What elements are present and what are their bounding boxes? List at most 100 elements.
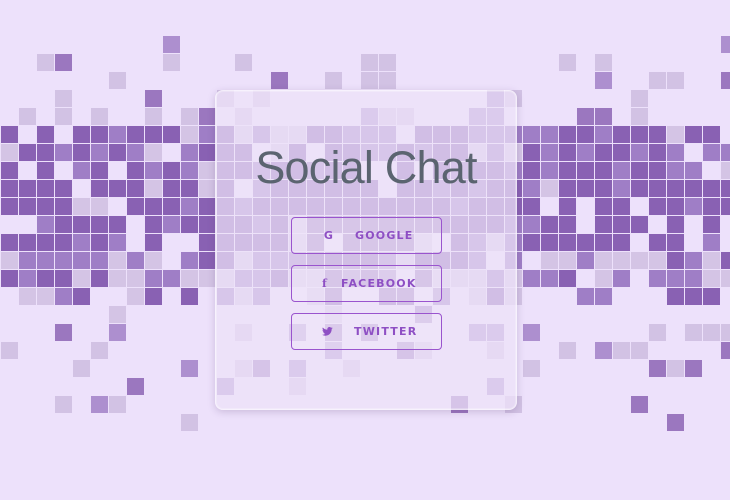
pixel-tile xyxy=(631,180,648,197)
pixel-tile xyxy=(1,342,18,359)
pixel-tile xyxy=(199,126,216,143)
pixel-tile xyxy=(649,126,666,143)
pixel-tile xyxy=(127,126,144,143)
pixel-tile xyxy=(685,198,702,215)
pixel-tile xyxy=(55,198,72,215)
pixel-tile xyxy=(577,288,594,305)
pixel-tile xyxy=(1,252,18,269)
pixel-tile xyxy=(559,162,576,179)
pixel-tile xyxy=(1,144,18,161)
pixel-tile xyxy=(685,162,702,179)
pixel-tile xyxy=(685,324,702,341)
pixel-tile xyxy=(55,396,72,413)
pixel-tile xyxy=(199,216,216,233)
pixel-tile xyxy=(163,198,180,215)
pixel-tile xyxy=(595,234,612,251)
pixel-tile xyxy=(595,72,612,89)
pixel-tile xyxy=(91,108,108,125)
pixel-tile xyxy=(379,72,396,89)
pixel-tile xyxy=(109,72,126,89)
pixel-tile xyxy=(55,180,72,197)
pixel-tile xyxy=(559,270,576,287)
pixel-tile xyxy=(37,162,54,179)
pixel-tile xyxy=(649,270,666,287)
pixel-tile xyxy=(559,126,576,143)
pixel-tile xyxy=(577,180,594,197)
pixel-tile xyxy=(91,144,108,161)
pixel-tile xyxy=(37,180,54,197)
pixel-tile xyxy=(55,252,72,269)
twitter-login-button[interactable]: TWITTER xyxy=(291,313,442,350)
pixel-tile xyxy=(703,270,720,287)
pixel-tile xyxy=(667,126,684,143)
pixel-tile xyxy=(55,216,72,233)
facebook-login-button[interactable]: f FACEBOOK xyxy=(291,265,442,302)
pixel-tile xyxy=(145,162,162,179)
pixel-tile xyxy=(73,144,90,161)
pixel-tile xyxy=(163,216,180,233)
pixel-tile xyxy=(145,90,162,107)
pixel-tile xyxy=(163,126,180,143)
pixel-tile xyxy=(235,54,252,71)
pixel-tile xyxy=(37,216,54,233)
pixel-tile xyxy=(649,198,666,215)
pixel-tile xyxy=(199,108,216,125)
pixel-tile xyxy=(109,216,126,233)
pixel-tile xyxy=(19,108,36,125)
pixel-tile xyxy=(145,270,162,287)
pixel-tile xyxy=(613,216,630,233)
pixel-tile xyxy=(181,162,198,179)
pixel-tile xyxy=(523,360,540,377)
pixel-tile xyxy=(19,270,36,287)
pixel-tile xyxy=(127,270,144,287)
pixel-tile xyxy=(73,126,90,143)
pixel-tile xyxy=(631,126,648,143)
facebook-button-label: FACEBOOK xyxy=(341,277,417,290)
pixel-tile xyxy=(37,288,54,305)
google-icon: G xyxy=(323,229,335,242)
pixel-tile xyxy=(685,180,702,197)
pixel-tile xyxy=(541,180,558,197)
pixel-tile xyxy=(127,378,144,395)
pixel-tile xyxy=(199,198,216,215)
pixel-tile xyxy=(19,288,36,305)
pixel-tile xyxy=(523,126,540,143)
pixel-tile xyxy=(1,234,18,251)
pixel-tile xyxy=(145,288,162,305)
pixel-tile xyxy=(523,144,540,161)
pixel-tile xyxy=(109,180,126,197)
pixel-tile xyxy=(541,126,558,143)
pixel-tile xyxy=(541,270,558,287)
pixel-tile xyxy=(649,72,666,89)
pixel-tile xyxy=(685,126,702,143)
pixel-tile xyxy=(703,180,720,197)
pixel-tile xyxy=(19,144,36,161)
pixel-tile xyxy=(613,234,630,251)
pixel-tile xyxy=(181,270,198,287)
pixel-tile xyxy=(631,216,648,233)
pixel-tile xyxy=(595,54,612,71)
pixel-tile xyxy=(19,180,36,197)
pixel-tile xyxy=(181,198,198,215)
pixel-tile xyxy=(595,342,612,359)
app-title: Social Chat xyxy=(255,142,477,193)
pixel-tile xyxy=(595,126,612,143)
pixel-tile xyxy=(19,234,36,251)
pixel-tile xyxy=(91,180,108,197)
google-login-button[interactable]: G GOOGLE xyxy=(291,217,442,254)
pixel-tile xyxy=(613,180,630,197)
pixel-tile xyxy=(703,216,720,233)
pixel-tile xyxy=(91,342,108,359)
pixel-tile xyxy=(667,144,684,161)
pixel-tile xyxy=(721,144,730,161)
pixel-tile xyxy=(649,144,666,161)
pixel-tile xyxy=(181,252,198,269)
pixel-tile xyxy=(595,180,612,197)
pixel-tile xyxy=(37,126,54,143)
pixel-tile xyxy=(37,144,54,161)
pixel-tile xyxy=(613,144,630,161)
pixel-tile xyxy=(73,216,90,233)
pixel-tile xyxy=(199,252,216,269)
pixel-tile xyxy=(613,162,630,179)
pixel-tile xyxy=(721,198,730,215)
